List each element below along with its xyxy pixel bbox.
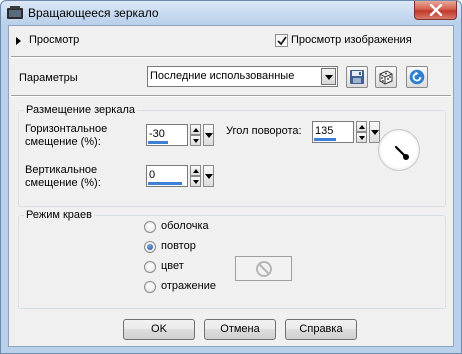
- group-title: Размещение зеркала: [24, 104, 137, 116]
- radio-color-label[interactable]: цвет: [161, 260, 184, 272]
- window-title: Вращающееся зеркало: [28, 6, 159, 20]
- radio-color[interactable]: [144, 261, 156, 273]
- app-icon: [7, 6, 23, 19]
- image-preview-label[interactable]: Просмотр изображения: [291, 34, 412, 46]
- params-label: Параметры: [19, 72, 78, 84]
- preset-combobox[interactable]: Последние использованные: [147, 66, 338, 87]
- spin-up-button[interactable]: [190, 165, 201, 176]
- close-button[interactable]: [414, 1, 457, 20]
- dice-icon: [379, 70, 393, 85]
- ok-button[interactable]: OK: [123, 319, 195, 340]
- h-offset-label: Горизонтальное смещение (%):: [25, 123, 108, 148]
- rotation-dial[interactable]: [378, 129, 420, 171]
- edge-mode-group: Режим краев: [18, 209, 446, 309]
- reset-button[interactable]: [406, 66, 428, 88]
- no-color-icon: [256, 261, 272, 277]
- v-offset-label: Вертикальное смещение (%):: [25, 164, 101, 189]
- radio-repeat-label[interactable]: повтор: [161, 240, 196, 252]
- group-title: Режим краев: [24, 209, 94, 221]
- v-offset-value: 0: [149, 169, 156, 181]
- rotation-label: Угол поворота:: [226, 125, 302, 137]
- chevron-down-icon: [205, 133, 213, 138]
- separator: [11, 95, 451, 97]
- dial-needle-icon: [394, 145, 409, 160]
- title-bar[interactable]: Вращающееся зеркало: [1, 1, 461, 25]
- v-offset-dropdown[interactable]: [203, 165, 214, 187]
- checkmark-icon: [277, 36, 287, 46]
- spin-down-button[interactable]: [190, 135, 201, 146]
- separator: [11, 56, 451, 58]
- radio-repeat[interactable]: [144, 241, 156, 253]
- dialog-window: Вращающееся зеркало Просмотр Просмотр из…: [0, 0, 462, 354]
- spin-down-button[interactable]: [190, 176, 201, 187]
- preset-value: Последние использованные: [150, 70, 295, 82]
- help-button[interactable]: Справка: [285, 319, 357, 340]
- rotation-input[interactable]: 135: [312, 121, 354, 143]
- radio-reflect-label[interactable]: отражение: [161, 280, 216, 292]
- v-offset-spinner[interactable]: [190, 165, 201, 187]
- h-offset-spinner[interactable]: [190, 124, 201, 146]
- chevron-down-icon: [205, 174, 213, 179]
- color-swatch[interactable]: [235, 256, 292, 281]
- radio-wrap-label[interactable]: оболочка: [161, 220, 209, 232]
- rotation-value: 135: [315, 125, 334, 137]
- preview-toggle-label[interactable]: Просмотр: [29, 34, 79, 46]
- chevron-down-icon: [371, 130, 379, 135]
- h-offset-slider-bar[interactable]: [148, 141, 168, 144]
- save-icon: [350, 70, 364, 84]
- chevron-down-icon: [325, 75, 333, 80]
- h-offset-value: -30: [149, 128, 165, 140]
- spin-up-button[interactable]: [190, 124, 201, 135]
- radio-reflect[interactable]: [144, 281, 156, 293]
- save-preset-button[interactable]: [346, 66, 368, 88]
- preset-dropdown-button[interactable]: [321, 68, 336, 85]
- v-offset-input[interactable]: 0: [146, 165, 188, 187]
- spin-up-button[interactable]: [356, 121, 367, 132]
- rotation-spinner[interactable]: [356, 121, 367, 143]
- randomize-button[interactable]: [375, 66, 397, 88]
- radio-wrap[interactable]: [144, 221, 156, 233]
- preview-row: Просмотр Просмотр изображения: [9, 31, 453, 51]
- reset-arrow-icon: [409, 69, 425, 85]
- spin-down-button[interactable]: [356, 132, 367, 143]
- v-offset-slider-bar[interactable]: [148, 182, 182, 185]
- h-offset-dropdown[interactable]: [203, 124, 214, 146]
- image-preview-checkbox[interactable]: [275, 34, 288, 47]
- close-icon: [429, 4, 443, 16]
- rotation-slider-bar[interactable]: [314, 138, 336, 141]
- h-offset-input[interactable]: -30: [146, 124, 188, 146]
- cancel-button[interactable]: Отмена: [204, 319, 276, 340]
- expand-triangle-icon[interactable]: [16, 37, 21, 45]
- dialog-body: Просмотр Просмотр изображения Параметры …: [8, 25, 454, 347]
